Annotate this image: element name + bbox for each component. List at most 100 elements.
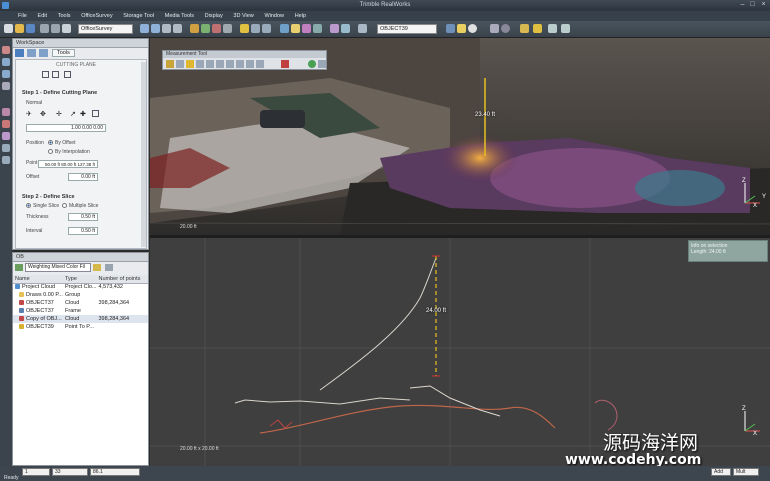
save-icon[interactable] bbox=[26, 24, 35, 33]
target-icon[interactable] bbox=[468, 24, 477, 33]
thickness-field[interactable]: 0.50 ft bbox=[68, 213, 98, 221]
ellipse-icon[interactable] bbox=[501, 24, 510, 33]
tree-row[interactable]: OBJECT37 Frame bbox=[13, 307, 148, 315]
tool-icon-2[interactable] bbox=[2, 58, 10, 66]
col-name[interactable]: Name bbox=[13, 275, 63, 284]
menu-file[interactable]: File bbox=[18, 11, 27, 21]
col-points[interactable]: Number of points bbox=[96, 275, 148, 284]
view-icon[interactable] bbox=[358, 24, 367, 33]
new-icon[interactable] bbox=[4, 24, 13, 33]
menu-display[interactable]: Display bbox=[205, 11, 223, 21]
color-filter-combo[interactable]: Weighting Mixed Color Fil bbox=[25, 263, 91, 272]
lamp-icon[interactable] bbox=[457, 24, 466, 33]
tool-icon-4[interactable] bbox=[2, 82, 10, 90]
status-field-1[interactable]: 1 bbox=[22, 468, 50, 476]
menu-media-tools[interactable]: Media Tools bbox=[165, 11, 194, 21]
reset-icon[interactable] bbox=[92, 110, 99, 117]
image-icon[interactable] bbox=[212, 24, 221, 33]
status-field-3[interactable]: 86.1 bbox=[90, 468, 140, 476]
tab-icon-a[interactable] bbox=[15, 49, 24, 57]
tool-icon-6[interactable] bbox=[2, 120, 10, 128]
menu-window[interactable]: Window bbox=[264, 11, 284, 21]
menu-edit[interactable]: Edit bbox=[38, 11, 47, 21]
pan-icon[interactable] bbox=[173, 24, 182, 33]
tab-tools[interactable]: Tools bbox=[52, 49, 75, 57]
by-offset-radio[interactable] bbox=[48, 140, 53, 146]
flip-icon[interactable]: ✚ bbox=[80, 110, 86, 118]
menu-tools[interactable]: Tools bbox=[58, 11, 71, 21]
tree-row[interactable]: Project Cloud Project Clo... 4,573,432 bbox=[13, 283, 148, 291]
light-icon[interactable] bbox=[291, 24, 300, 33]
pyramid-icon[interactable] bbox=[520, 24, 529, 33]
measure-height-icon[interactable] bbox=[206, 60, 214, 68]
measure-distance-icon[interactable] bbox=[176, 60, 184, 68]
tree-cloud-icon[interactable] bbox=[15, 264, 23, 271]
measure-angle-icon[interactable] bbox=[186, 60, 194, 68]
status-field-2[interactable]: 33 bbox=[52, 468, 88, 476]
offset-field[interactable]: 0.00 ft bbox=[68, 173, 98, 181]
layers-icon[interactable] bbox=[190, 24, 199, 33]
axis-x-icon[interactable]: ✈ bbox=[26, 110, 32, 118]
render-icon[interactable] bbox=[280, 24, 289, 33]
orbit-icon[interactable] bbox=[490, 24, 499, 33]
single-slice-option[interactable]: Single Slice bbox=[26, 203, 59, 209]
col-type[interactable]: Type bbox=[63, 275, 97, 284]
measure-grid-icon[interactable] bbox=[246, 60, 254, 68]
tree-options-icon[interactable] bbox=[105, 264, 113, 271]
measure-section-icon[interactable] bbox=[236, 60, 244, 68]
normal-field[interactable]: 1.00 0.00 0.00 bbox=[26, 124, 106, 132]
close-button[interactable]: × bbox=[759, 1, 768, 9]
menu-officesurvey[interactable]: OfficeSurvey bbox=[81, 11, 112, 21]
measure-area-icon[interactable] bbox=[196, 60, 204, 68]
plane-custom-icon[interactable] bbox=[64, 71, 71, 78]
tool-icon-3[interactable] bbox=[2, 70, 10, 78]
measure-profile-icon[interactable] bbox=[226, 60, 234, 68]
tool-icon-1[interactable] bbox=[2, 46, 10, 54]
tree-row[interactable]: OBJECT39 Point To P... bbox=[13, 323, 148, 331]
tab-icon-b[interactable] bbox=[27, 49, 36, 57]
by-interpolation-radio[interactable] bbox=[48, 149, 53, 155]
interval-field[interactable]: 0.50 ft bbox=[68, 227, 98, 235]
by-interpolation-option[interactable]: By Interpolation bbox=[48, 149, 90, 155]
multiple-slice-option[interactable]: Multiple Slice bbox=[62, 203, 98, 209]
menu-storage-tool[interactable]: Storage Tool bbox=[123, 11, 154, 21]
maximize-button[interactable]: □ bbox=[748, 1, 757, 9]
tree-row[interactable]: OBJECT37 Cloud 398,284,364 bbox=[13, 299, 148, 307]
axis-y-icon[interactable]: ✥ bbox=[40, 110, 46, 118]
measure-point-icon[interactable] bbox=[166, 60, 174, 68]
status-mult[interactable]: Mult bbox=[733, 468, 759, 476]
tree-row[interactable]: Copy of OBJ... Cloud 398,284,364 bbox=[13, 315, 148, 323]
tool-icon-9[interactable] bbox=[2, 156, 10, 164]
grid-icon[interactable] bbox=[251, 24, 260, 33]
zoom-icon[interactable] bbox=[140, 24, 149, 33]
menu-help[interactable]: Help bbox=[295, 11, 306, 21]
layout-icon[interactable] bbox=[561, 24, 570, 33]
plane-xy-icon[interactable] bbox=[42, 71, 49, 78]
undo-icon[interactable] bbox=[40, 24, 49, 33]
menu-3d-view[interactable]: 3D View bbox=[233, 11, 253, 21]
rotate-icon[interactable] bbox=[162, 24, 171, 33]
measure-export-icon[interactable] bbox=[256, 60, 264, 68]
filter-icon[interactable] bbox=[313, 24, 322, 33]
status-add[interactable]: Add bbox=[711, 468, 731, 476]
top-3d-view[interactable]: 23.40 ft 20.00 ft Measurement Tool Z X Y bbox=[150, 38, 770, 235]
tab-icon-c[interactable] bbox=[39, 49, 48, 57]
segment-icon[interactable] bbox=[330, 24, 339, 33]
measure-refresh-icon[interactable] bbox=[308, 60, 316, 68]
multiple-slice-radio[interactable] bbox=[62, 203, 67, 209]
color-icon[interactable] bbox=[302, 24, 311, 33]
workspace-scrollbar[interactable] bbox=[141, 62, 146, 247]
by-offset-option[interactable]: By Offset bbox=[48, 140, 75, 146]
point-field[interactable]: 50.00 ft 80.00 ft 127.38 ft bbox=[38, 160, 98, 168]
camera-icon[interactable] bbox=[223, 24, 232, 33]
pick-icon[interactable]: ↗ bbox=[70, 110, 76, 118]
info-icon[interactable] bbox=[446, 24, 455, 33]
tree-row[interactable]: Draws 0.00 P... Group bbox=[13, 291, 148, 299]
measure-close-icon[interactable] bbox=[318, 60, 326, 68]
cloud-icon[interactable] bbox=[201, 24, 210, 33]
measure-clear-icon[interactable] bbox=[281, 60, 289, 68]
tree-filter-icon[interactable] bbox=[93, 264, 101, 271]
select-icon[interactable] bbox=[62, 24, 71, 33]
clip-icon[interactable] bbox=[341, 24, 350, 33]
fit-icon[interactable] bbox=[151, 24, 160, 33]
